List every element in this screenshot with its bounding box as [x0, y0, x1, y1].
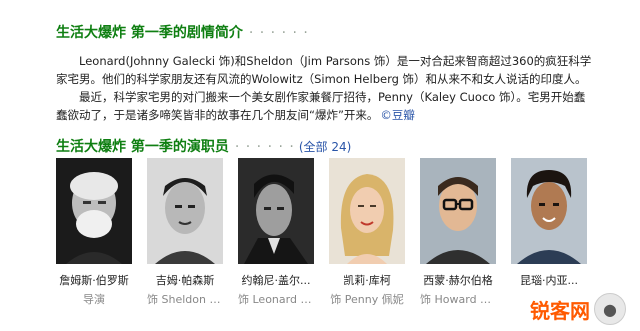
- cast-card[interactable]: 西蒙·赫尔伯格 饰 Howard W...: [420, 158, 509, 307]
- cast-name[interactable]: 昆瑙·内亚...: [511, 272, 587, 288]
- cast-name[interactable]: 凯莉·库柯: [329, 272, 405, 288]
- synopsis-paragraph-1: Leonard(Johnny Galecki 饰)和Sheldon（Jim Pa…: [56, 54, 592, 86]
- synopsis-paragraph-2: 最近，科学家宅男的对门搬来一个美女剧作家兼餐厅招待，Penny（Kaley Cu…: [56, 88, 596, 124]
- cast-name[interactable]: 西蒙·赫尔伯格: [420, 272, 496, 288]
- cast-title-dots: · · · · · ·: [234, 139, 295, 155]
- wechat-icon: ●: [594, 293, 626, 325]
- synopsis-text: Leonard(Johnny Galecki 饰)和Sheldon（Jim Pa…: [56, 52, 596, 124]
- cast-title-text: 生活大爆炸 第一季的演职员: [56, 139, 229, 155]
- watermark: 锐客网 ●: [530, 293, 626, 325]
- synopsis-title-dots: · · · · · ·: [248, 25, 309, 41]
- cast-card[interactable]: 昆瑙·内亚...: [511, 158, 600, 307]
- cast-role: 饰 Leonard H...: [238, 293, 314, 306]
- synopsis-paragraph-2-text: 最近，科学家宅男的对门搬来一个美女剧作家兼餐厅招待，Penny（Kaley Cu…: [56, 90, 586, 122]
- cast-photo[interactable]: [511, 158, 587, 264]
- douban-source-link[interactable]: ©豆瓣: [380, 108, 415, 122]
- cast-photo[interactable]: [238, 158, 314, 264]
- cast-name[interactable]: 约翰尼·盖尔...: [238, 272, 314, 288]
- cast-role: 饰 Penny 佩妮: [330, 293, 404, 306]
- cast-role: 饰 Howard W...: [420, 293, 496, 306]
- cast-count-link[interactable]: (全部 24): [299, 140, 351, 154]
- synopsis-title: 生活大爆炸 第一季的剧情简介 · · · · · ·: [56, 22, 309, 42]
- cast-name[interactable]: 吉姆·帕森斯: [147, 272, 223, 288]
- watermark-text: 锐客网: [530, 298, 590, 323]
- cast-card[interactable]: 凯莉·库柯 饰 Penny 佩妮: [329, 158, 418, 307]
- cast-card[interactable]: 吉姆·帕森斯 饰 Sheldon C...: [147, 158, 236, 307]
- cast-role: 导演: [83, 293, 105, 306]
- cast-photo[interactable]: [56, 158, 132, 264]
- cast-role: 饰 Sheldon C...: [147, 293, 223, 306]
- cast-title: 生活大爆炸 第一季的演职员 · · · · · · (全部 24): [56, 136, 351, 156]
- cast-list: 詹姆斯·伯罗斯 导演 吉姆·帕森斯 饰 Sheldon C... 约翰尼·盖尔.…: [56, 158, 602, 307]
- cast-name[interactable]: 詹姆斯·伯罗斯: [56, 272, 132, 288]
- cast-card[interactable]: 詹姆斯·伯罗斯 导演: [56, 158, 145, 307]
- cast-photo[interactable]: [329, 158, 405, 264]
- synopsis-title-text: 生活大爆炸 第一季的剧情简介: [56, 25, 243, 41]
- cast-card[interactable]: 约翰尼·盖尔... 饰 Leonard H...: [238, 158, 327, 307]
- cast-photo[interactable]: [420, 158, 496, 264]
- cast-photo[interactable]: [147, 158, 223, 264]
